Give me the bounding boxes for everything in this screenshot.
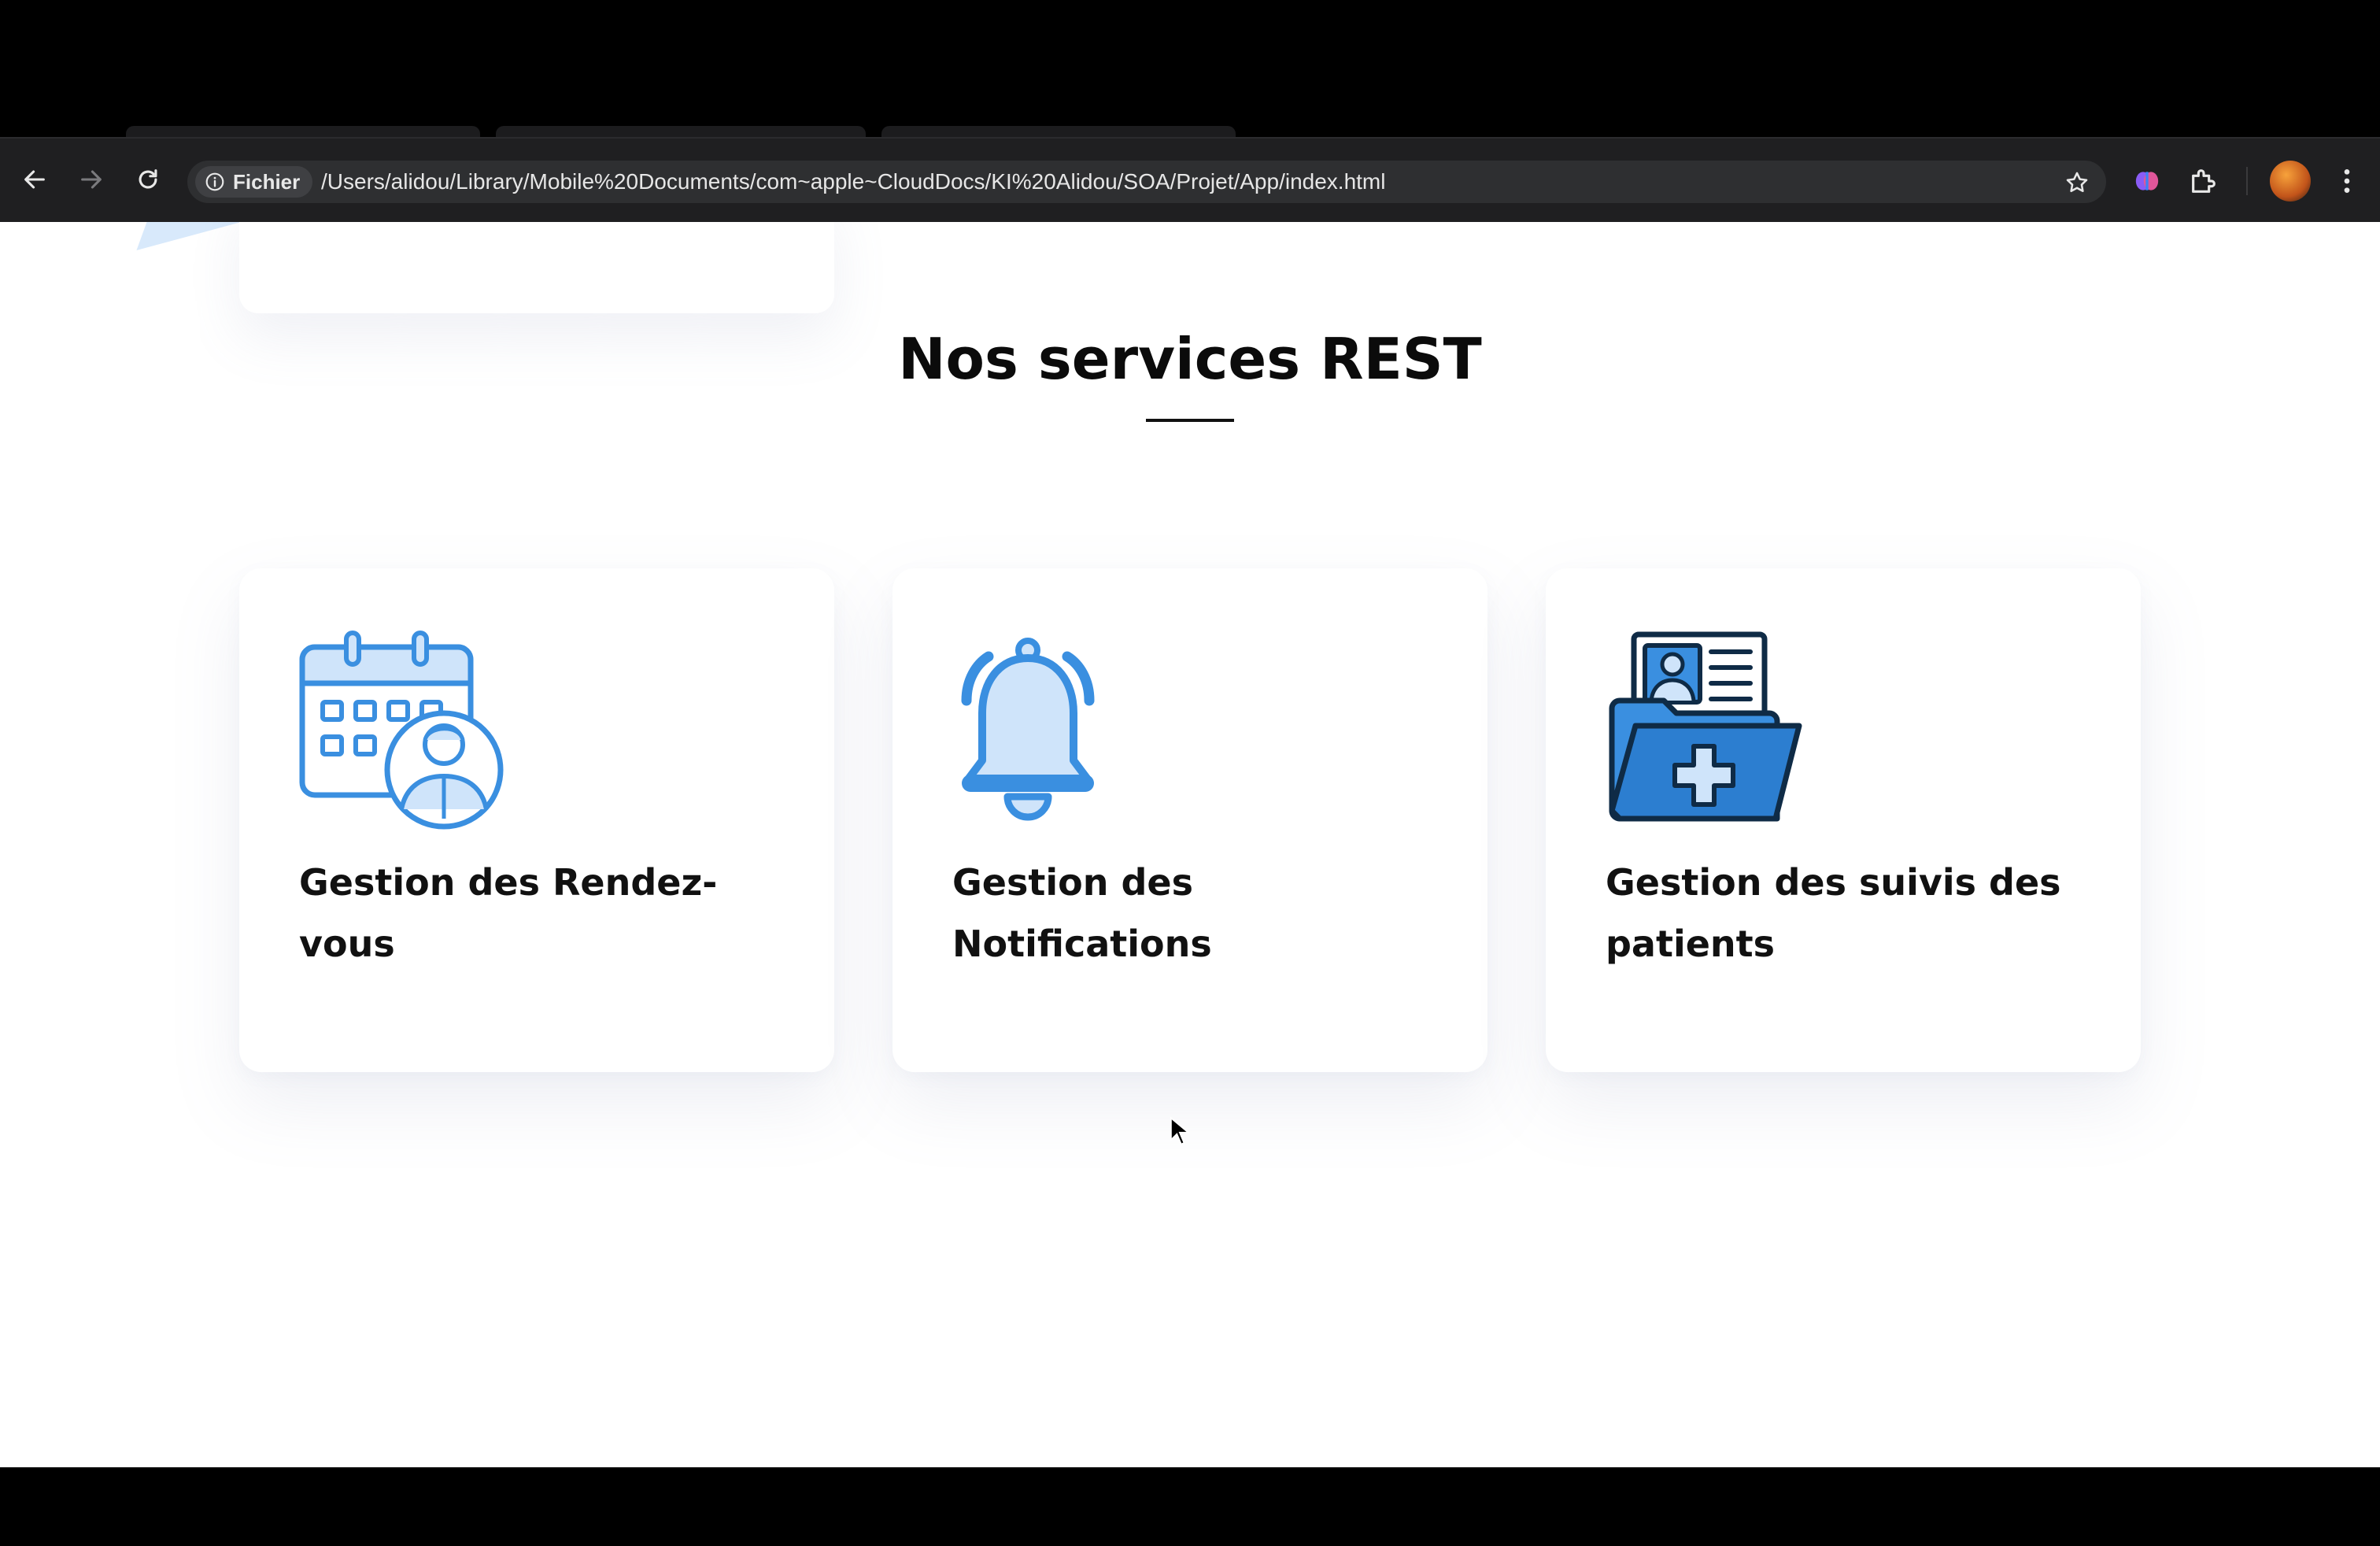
browser-toolbar: Fichier /Users/alidou/Library/Mobile%20D… [0, 137, 2380, 222]
kebab-menu-icon[interactable] [2330, 164, 2364, 198]
tab-background[interactable] [881, 126, 1236, 137]
url-text[interactable]: /Users/alidou/Library/Mobile%20Documents… [321, 168, 1385, 195]
bell-icon [952, 630, 1162, 834]
decorative-shape [136, 222, 242, 250]
star-icon[interactable] [2064, 169, 2090, 196]
reload-icon [139, 169, 157, 189]
medical-folder-icon [1606, 630, 1815, 834]
back-button[interactable] [11, 156, 58, 203]
forward-arrow-icon [81, 170, 102, 189]
service-card-notifications[interactable]: Gestion des Notifications [893, 568, 1488, 1072]
window-bottom-bar [0, 1467, 2380, 1546]
service-card-appointments[interactable]: Gestion des Rendez-vous [239, 568, 834, 1072]
service-title: Gestion des Notifications [952, 861, 1212, 965]
site-chip-label: Fichier [233, 169, 301, 194]
window-top-bar [0, 0, 2380, 129]
info-icon [205, 172, 224, 191]
web-page: Nos services REST Gestion des Rendez-vou… [0, 222, 2380, 1467]
mouse-cursor [1170, 1116, 1190, 1145]
reload-button[interactable] [124, 156, 172, 203]
calendar-user-icon [299, 630, 508, 834]
back-arrow-icon [24, 170, 45, 189]
puzzle-icon[interactable] [2186, 164, 2221, 198]
service-title: Gestion des Rendez-vous [299, 861, 718, 965]
service-card-patient-followup[interactable]: Gestion des suivis des patients [1546, 568, 2141, 1072]
service-title: Gestion des suivis des patients [1606, 861, 2061, 965]
section-title: Nos services REST [898, 326, 1482, 392]
address-bar[interactable]: Fichier /Users/alidou/Library/Mobile%20D… [187, 161, 2106, 203]
site-info-chip[interactable]: Fichier [195, 166, 313, 198]
title-underline [1146, 419, 1234, 422]
toolbar-divider [2246, 167, 2248, 195]
tab-background[interactable] [496, 126, 866, 137]
previous-card [239, 222, 834, 313]
avatar[interactable] [2270, 161, 2311, 202]
forward-button[interactable] [68, 156, 115, 203]
extension-brain-icon[interactable] [2130, 164, 2164, 198]
tab-background[interactable] [126, 126, 480, 137]
